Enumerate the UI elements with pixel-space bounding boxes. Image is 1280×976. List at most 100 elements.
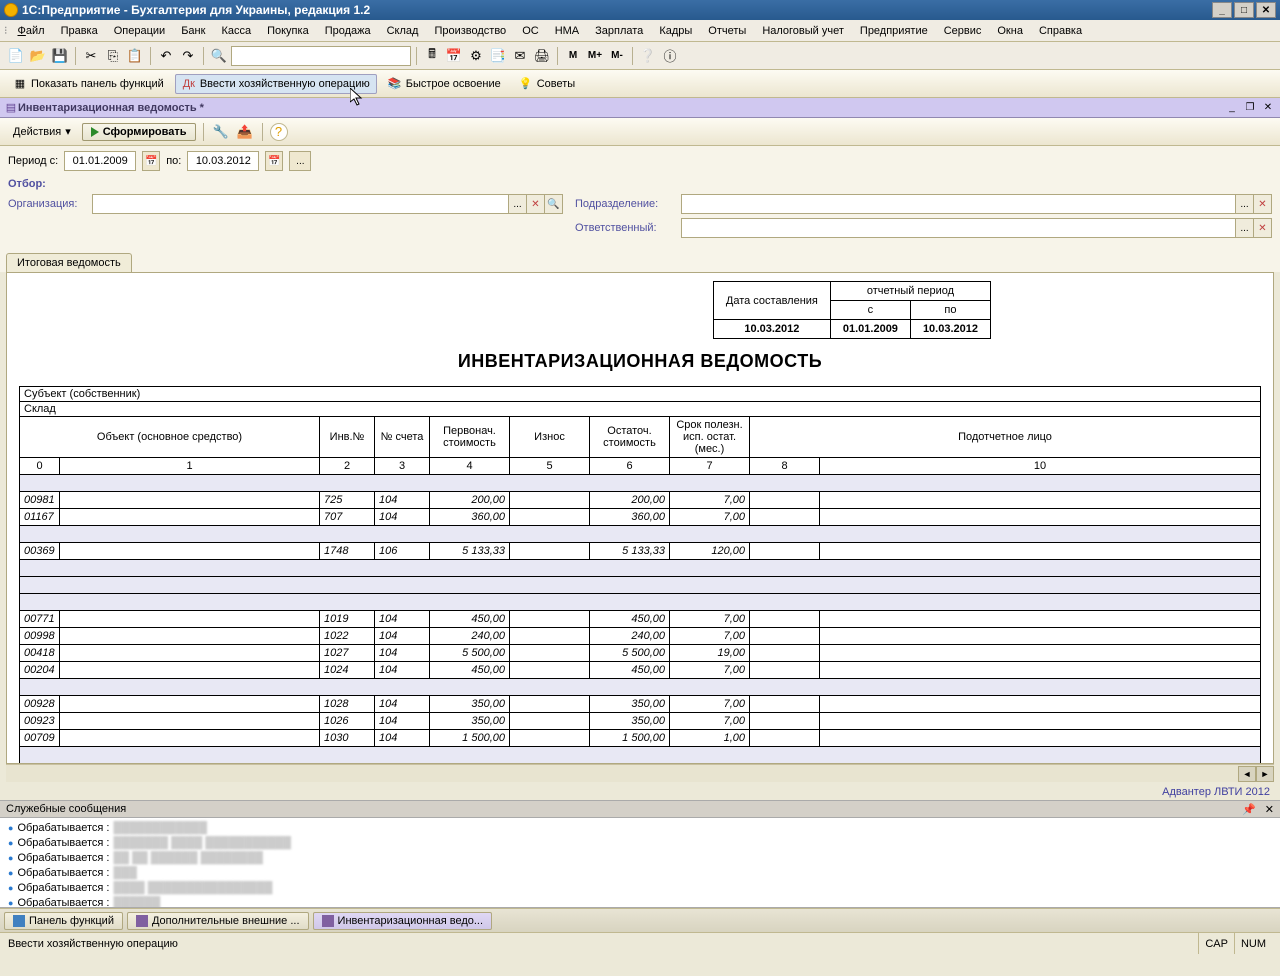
col-object: Объект (основное средство) — [20, 417, 320, 458]
doc-minimize-button[interactable]: _ — [1224, 101, 1240, 115]
period-header: отчетный период — [830, 282, 990, 301]
doc-restore-button[interactable]: ❐ — [1242, 101, 1258, 115]
window-taskbar: Панель функций Дополнительные внешние ..… — [0, 908, 1280, 932]
menu-sale[interactable]: Продажа — [317, 22, 379, 40]
messages-close-button[interactable]: ✕ — [1265, 804, 1274, 816]
calendar-to-button[interactable]: 📅 — [265, 151, 283, 171]
menu-help[interactable]: Справка — [1031, 22, 1090, 40]
table-row: 00981████████725104200,00200,007,00 — [20, 492, 1261, 509]
help-icon[interactable]: ❔ — [638, 46, 658, 66]
calendar-icon[interactable]: 📅 — [444, 46, 464, 66]
quick-learn-button[interactable]: 📚Быстрое освоение — [381, 74, 508, 94]
report-area[interactable]: Дата составленияотчетный период спо 10.0… — [6, 272, 1274, 764]
menu-os[interactable]: ОС — [514, 22, 547, 40]
menu-windows[interactable]: Окна — [989, 22, 1031, 40]
menu-production[interactable]: Производство — [426, 22, 514, 40]
org-open-button[interactable]: 🔍 — [544, 195, 562, 213]
scroll-left-button[interactable]: ◄ — [1238, 766, 1256, 782]
maximize-button[interactable]: □ — [1234, 2, 1254, 18]
export-icon[interactable]: 📤 — [235, 122, 255, 142]
col-inv: Инв.№ — [320, 417, 375, 458]
subject-label: Субъект (собственник) — [20, 387, 1261, 402]
menu-warehouse[interactable]: Склад — [379, 22, 427, 40]
close-button[interactable]: ✕ — [1256, 2, 1276, 18]
dep-clear-button[interactable]: ✕ — [1253, 195, 1271, 213]
copy-icon[interactable]: ⎘ — [103, 46, 123, 66]
dep-select-button[interactable]: ... — [1235, 195, 1253, 213]
doc-icon[interactable]: 📑 — [488, 46, 508, 66]
messages-area[interactable]: ●Обрабатывается :████████████ ●Обрабатыв… — [0, 818, 1280, 908]
org-clear-button[interactable]: ✕ — [526, 195, 544, 213]
enter-operation-button[interactable]: ДкВвести хозяйственную операцию — [175, 74, 377, 94]
m-icon[interactable]: M — [563, 46, 583, 66]
dep-input[interactable] — [682, 195, 1235, 213]
menu-file[interactable]: Файл — [10, 22, 53, 40]
menu-nma[interactable]: НМА — [547, 22, 587, 40]
messages-pin-button[interactable]: 📌 — [1242, 804, 1256, 816]
task-external[interactable]: Дополнительные внешние ... — [127, 912, 309, 930]
messages-title-bar: Служебные сообщения 📌 ✕ — [0, 800, 1280, 818]
settings-icon[interactable]: 🔧 — [211, 122, 231, 142]
undo-icon[interactable]: ↶ — [156, 46, 176, 66]
resp-input[interactable] — [682, 219, 1235, 237]
message-line: ●Обрабатывается :███ — [8, 865, 1272, 880]
menu-kassa[interactable]: Касса — [213, 22, 259, 40]
task-panel-functions[interactable]: Панель функций — [4, 912, 123, 930]
menu-salary[interactable]: Зарплата — [587, 22, 651, 40]
message-line: ●Обрабатывается :███████ ████ ██████████… — [8, 835, 1272, 850]
open-icon[interactable]: 📂 — [28, 46, 48, 66]
window-title: 1С:Предприятие - Бухгалтерия для Украины… — [22, 3, 370, 17]
cut-icon[interactable]: ✂ — [81, 46, 101, 66]
m-minus-icon[interactable]: M- — [607, 46, 627, 66]
menu-reports[interactable]: Отчеты — [700, 22, 754, 40]
calc-icon[interactable]: 🖩 — [422, 46, 442, 66]
mail-icon[interactable]: ✉ — [510, 46, 530, 66]
search-icon[interactable]: 🔍 — [209, 46, 229, 66]
document-titlebar: ▤ Инвентаризационная ведомость * _ ❐ ✕ — [0, 98, 1280, 118]
task-inventory[interactable]: Инвентаризационная ведо... — [313, 912, 493, 930]
date-table: Дата составленияотчетный период спо 10.0… — [713, 281, 991, 339]
minimize-button[interactable]: _ — [1212, 2, 1232, 18]
resp-clear-button[interactable]: ✕ — [1253, 219, 1271, 237]
menu-edit[interactable]: Правка — [53, 22, 106, 40]
menu-enterprise[interactable]: Предприятие — [852, 22, 936, 40]
menu-staff[interactable]: Кадры — [651, 22, 700, 40]
message-line: ●Обрабатывается :████ ████████████████ — [8, 880, 1272, 895]
search-input[interactable] — [231, 46, 411, 66]
document-title: Инвентаризационная ведомость * — [18, 102, 1222, 114]
enter-operation-label: Ввести хозяйственную операцию — [200, 78, 370, 90]
form-button[interactable]: Сформировать — [82, 123, 196, 141]
date-from-input[interactable] — [64, 151, 136, 171]
new-icon[interactable]: 📄 — [6, 46, 26, 66]
org-select-button[interactable]: ... — [508, 195, 526, 213]
resp-select-button[interactable]: ... — [1235, 219, 1253, 237]
menu-tax[interactable]: Налоговый учет — [754, 22, 852, 40]
menu-operations[interactable]: Операции — [106, 22, 173, 40]
print-icon[interactable]: 🖨 — [532, 46, 552, 66]
org-input[interactable] — [93, 195, 508, 213]
tool-icon[interactable]: ⚙ — [466, 46, 486, 66]
actions-label: Действия — [13, 126, 61, 138]
redo-icon[interactable]: ↷ — [178, 46, 198, 66]
menu-service[interactable]: Сервис — [936, 22, 990, 40]
doc-close-button[interactable]: ✕ — [1260, 101, 1276, 115]
scroll-right-button[interactable]: ► — [1256, 766, 1274, 782]
table-row: 00418████████10271045 500,005 500,0019,0… — [20, 645, 1261, 662]
tab-summary[interactable]: Итоговая ведомость — [6, 253, 132, 272]
menu-bank[interactable]: Банк — [173, 22, 213, 40]
actions-dropdown[interactable]: Действия▾ — [6, 122, 78, 141]
horizontal-scrollbar[interactable]: ◄ ► — [6, 764, 1274, 782]
info-icon[interactable]: ⓘ — [660, 46, 680, 66]
help-action-icon[interactable]: ? — [270, 123, 288, 141]
org-input-wrapper: ... ✕ 🔍 — [92, 194, 563, 214]
tips-button[interactable]: 💡Советы — [512, 74, 582, 94]
paste-icon[interactable]: 📋 — [125, 46, 145, 66]
m-plus-icon[interactable]: M+ — [585, 46, 605, 66]
form-label: Сформировать — [103, 126, 187, 138]
date-to-input[interactable] — [187, 151, 259, 171]
menu-purchase[interactable]: Покупка — [259, 22, 317, 40]
period-select-button[interactable]: ... — [289, 151, 311, 171]
calendar-from-button[interactable]: 📅 — [142, 151, 160, 171]
save-icon[interactable]: 💾 — [50, 46, 70, 66]
show-panel-button[interactable]: ▦Показать панель функций — [6, 74, 171, 94]
